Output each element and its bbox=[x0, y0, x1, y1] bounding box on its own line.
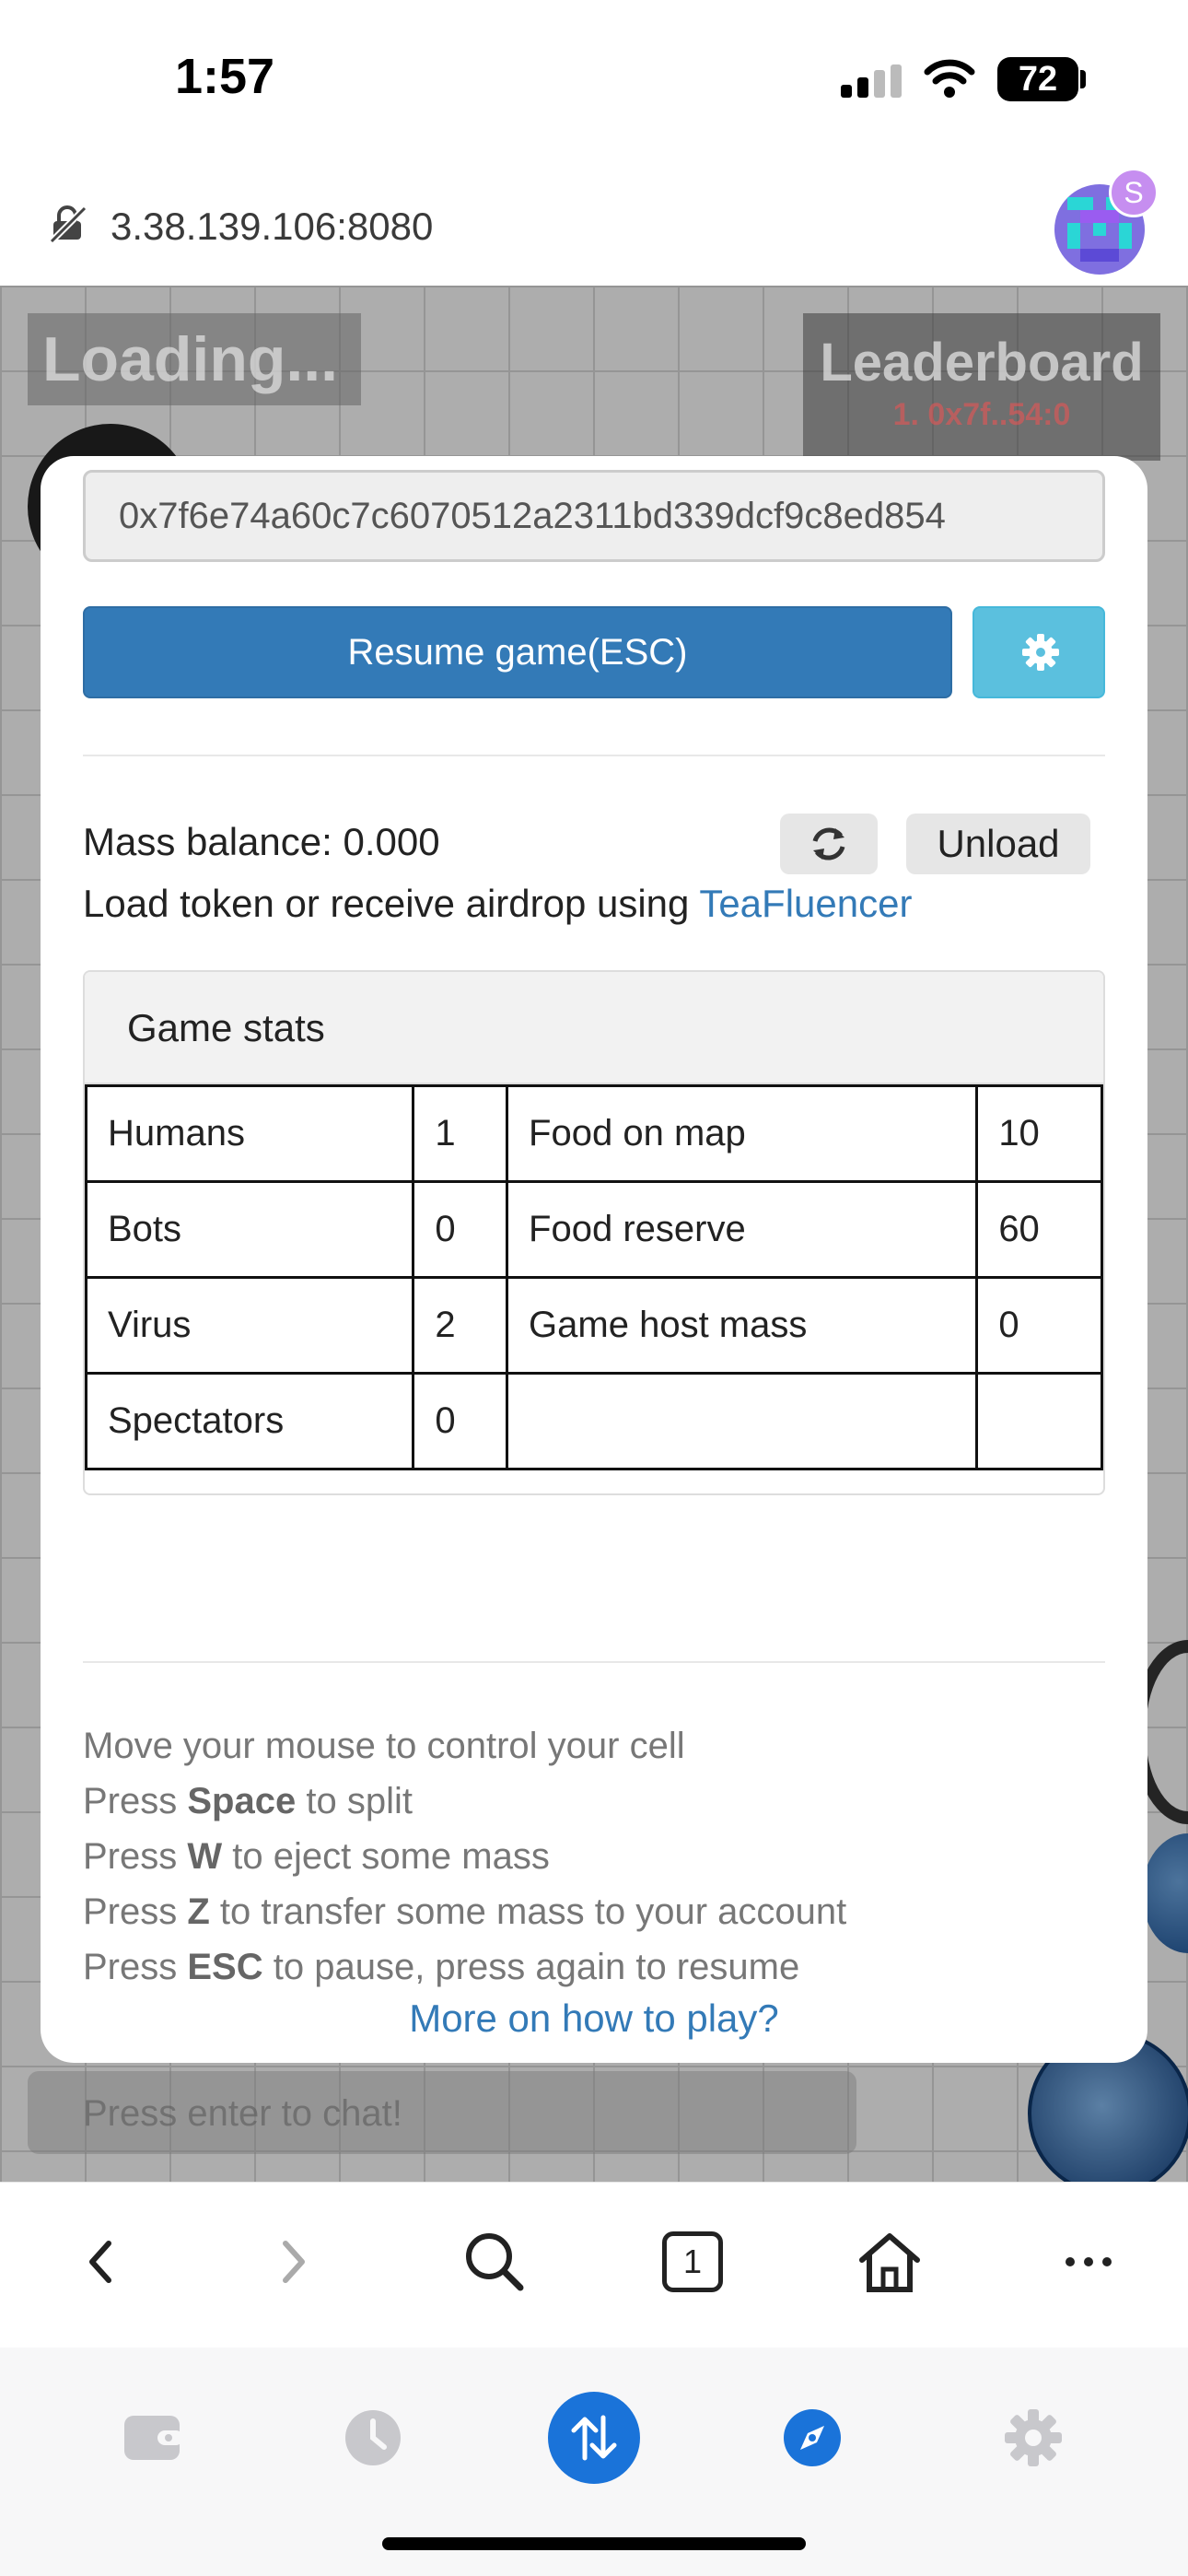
chevron-left-icon bbox=[89, 2241, 111, 2283]
tabs-button[interactable]: 1 bbox=[656, 2225, 729, 2299]
battery-icon: 72 bbox=[997, 57, 1078, 101]
refresh-icon bbox=[812, 827, 845, 861]
more-icon bbox=[1066, 2257, 1112, 2266]
tab-swap[interactable] bbox=[548, 2392, 640, 2484]
divider bbox=[83, 1661, 1105, 1663]
clock-icon bbox=[345, 2410, 401, 2465]
table-cell bbox=[975, 1372, 1103, 1470]
wifi-icon bbox=[924, 59, 975, 98]
help-text: to pause, press again to resume bbox=[262, 1947, 800, 1987]
chat-input[interactable]: Press enter to chat! bbox=[28, 2071, 856, 2154]
key-label: Space bbox=[187, 1781, 297, 1821]
search-icon bbox=[466, 2233, 524, 2291]
status-time: 1:57 bbox=[175, 49, 275, 104]
unload-button[interactable]: Unload bbox=[906, 814, 1090, 874]
battery-cap bbox=[1080, 70, 1086, 88]
how-to-play-link[interactable]: More on how to play? bbox=[41, 1996, 1147, 2041]
insecure-lock-icon bbox=[49, 205, 87, 243]
avatar-badge: S bbox=[1109, 168, 1159, 217]
gear-icon bbox=[1005, 2409, 1062, 2466]
table-cell: Food on map bbox=[506, 1084, 979, 1183]
pause-dialog: 0x7f6e74a60c7c6070512a2311bd339dcf9c8ed8… bbox=[41, 456, 1147, 2063]
tabs-icon: 1 bbox=[662, 2231, 723, 2292]
help-text: to transfer some mass to your account bbox=[209, 1891, 847, 1932]
key-label: Z bbox=[187, 1891, 210, 1932]
home-indicator[interactable] bbox=[382, 2537, 806, 2550]
cellular-signal-icon bbox=[841, 64, 905, 98]
table-cell bbox=[506, 1372, 979, 1470]
table-cell: 60 bbox=[975, 1180, 1103, 1279]
leaderboard-title: Leaderboard bbox=[820, 333, 1144, 392]
leaderboard-entry: 1. 0x7f..54:0 bbox=[892, 397, 1071, 432]
help-text: Move your mouse to control your cell bbox=[83, 1726, 685, 1766]
help-line: Press Space to split bbox=[83, 1781, 413, 1822]
table-cell: Humans bbox=[85, 1084, 415, 1183]
airdrop-text: Load token or receive airdrop using bbox=[83, 882, 700, 925]
help-text: Press bbox=[83, 1891, 178, 1932]
tab-history[interactable] bbox=[327, 2392, 419, 2484]
table-cell: 0 bbox=[412, 1372, 509, 1470]
table-cell: 0 bbox=[412, 1180, 509, 1279]
table-cell: Bots bbox=[85, 1180, 415, 1279]
key-label: W bbox=[187, 1836, 223, 1877]
wallet-address-field[interactable]: 0x7f6e74a60c7c6070512a2311bd339dcf9c8ed8… bbox=[83, 470, 1105, 562]
chevron-right-icon bbox=[283, 2241, 305, 2283]
table-cell: Game host mass bbox=[506, 1276, 979, 1375]
wallet-icon bbox=[124, 2416, 183, 2460]
help-line: Press W to eject some mass bbox=[83, 1836, 550, 1878]
settings-button[interactable] bbox=[973, 606, 1105, 698]
url-text[interactable]: 3.38.139.106:8080 bbox=[111, 205, 433, 249]
url-bar[interactable]: 3.38.139.106:8080 S bbox=[0, 157, 1188, 286]
game-stats-panel: Game stats Humans 1 Food on map 10 Bots … bbox=[83, 970, 1105, 1495]
game-stats-heading: Game stats bbox=[85, 972, 1103, 1084]
status-bar: 1:57 72 bbox=[0, 0, 1188, 157]
divider bbox=[83, 755, 1105, 756]
help-text: Press bbox=[83, 1947, 178, 1987]
help-text: Press bbox=[83, 1836, 178, 1877]
table-cell: 10 bbox=[975, 1084, 1103, 1183]
table-row: Spectators 0 bbox=[85, 1372, 1103, 1470]
game-stats-table: Humans 1 Food on map 10 Bots 0 Food rese… bbox=[85, 1084, 1103, 1470]
back-button[interactable] bbox=[63, 2225, 136, 2299]
help-line: Press Z to transfer some mass to your ac… bbox=[83, 1891, 846, 1933]
home-button[interactable] bbox=[853, 2225, 926, 2299]
table-cell: 1 bbox=[412, 1084, 509, 1183]
swap-icon bbox=[548, 2392, 640, 2484]
compass-icon bbox=[784, 2409, 841, 2466]
search-button[interactable] bbox=[458, 2225, 531, 2299]
tab-settings[interactable] bbox=[987, 2392, 1079, 2484]
tab-wallet[interactable] bbox=[108, 2392, 200, 2484]
airdrop-note: Load token or receive airdrop using TeaF… bbox=[83, 882, 912, 926]
key-label: ESC bbox=[187, 1947, 263, 1987]
tab-count: 1 bbox=[682, 2242, 703, 2280]
more-button[interactable] bbox=[1052, 2225, 1125, 2299]
table-cell: Spectators bbox=[85, 1372, 415, 1470]
refresh-balance-button[interactable] bbox=[780, 814, 878, 874]
table-row: Humans 1 Food on map 10 bbox=[85, 1084, 1103, 1183]
table-cell: 2 bbox=[412, 1276, 509, 1375]
teafluencer-link[interactable]: TeaFluencer bbox=[699, 882, 912, 925]
help-text: Press bbox=[83, 1781, 178, 1821]
help-line: Press ESC to pause, press again to resum… bbox=[83, 1947, 799, 1988]
home-icon bbox=[859, 2233, 920, 2292]
loading-label: Loading... bbox=[28, 313, 361, 405]
gear-icon bbox=[1022, 634, 1059, 671]
chat-placeholder: Press enter to chat! bbox=[83, 2093, 402, 2134]
table-cell: Virus bbox=[85, 1276, 415, 1375]
browser-nav-bar: 1 bbox=[0, 2182, 1188, 2348]
help-line: Move your mouse to control your cell bbox=[83, 1726, 685, 1767]
table-row: Bots 0 Food reserve 60 bbox=[85, 1180, 1103, 1279]
resume-game-button[interactable]: Resume game(ESC) bbox=[83, 606, 952, 698]
table-cell: 0 bbox=[975, 1276, 1103, 1375]
help-text: to split bbox=[296, 1781, 413, 1821]
help-text: to eject some mass bbox=[222, 1836, 550, 1877]
tab-browser[interactable] bbox=[766, 2392, 858, 2484]
mass-balance: Mass balance: 0.000 bbox=[83, 820, 440, 863]
table-row: Virus 2 Game host mass 0 bbox=[85, 1276, 1103, 1375]
forward-button[interactable] bbox=[258, 2225, 332, 2299]
table-cell: Food reserve bbox=[506, 1180, 979, 1279]
leaderboard: Leaderboard 1. 0x7f..54:0 bbox=[803, 313, 1160, 461]
